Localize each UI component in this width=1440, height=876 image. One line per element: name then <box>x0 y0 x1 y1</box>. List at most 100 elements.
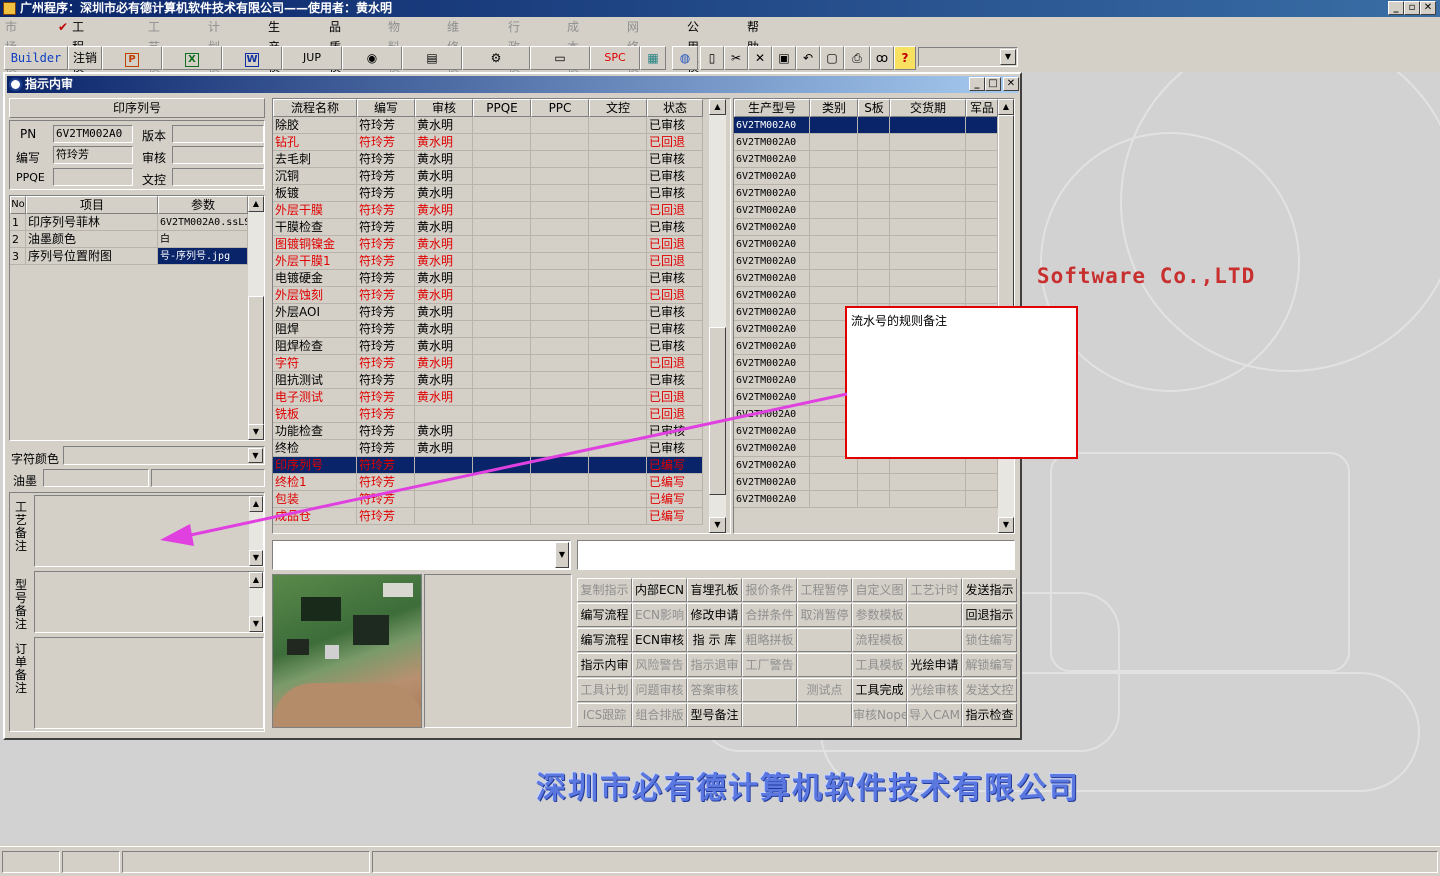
eye-button[interactable]: ◉ <box>342 46 402 70</box>
action-button-3-2[interactable]: 指示退审 <box>687 653 742 677</box>
minimize-button[interactable]: _ <box>1388 1 1404 15</box>
model-note-field[interactable]: ▲ ▼ <box>34 571 264 633</box>
action-button-1-0[interactable]: 编写流程 <box>577 603 632 627</box>
order-note-field[interactable] <box>34 637 264 729</box>
action-button-1-1[interactable]: ECN影响 <box>632 603 687 627</box>
action-button-3-0[interactable]: 指示内审 <box>577 653 632 677</box>
action-button-0-2[interactable]: 盲埋孔板 <box>687 578 742 602</box>
model-header-0[interactable]: 生产型号 <box>734 99 810 117</box>
pn-field[interactable]: 6V2TM002A0 <box>53 125 133 143</box>
flow-row[interactable]: 铣板 符玲芳 已回退 <box>273 406 703 423</box>
flow-row[interactable]: 沉铜 符玲芳 黄水明 已审核 <box>273 168 703 185</box>
preview-button[interactable]: ▢ <box>820 46 844 70</box>
action-button-0-5[interactable]: 自定义图 <box>852 578 907 602</box>
items-scrollbar[interactable]: ▲ ▼ <box>248 196 264 440</box>
process-note-scrollbar[interactable]: ▲ ▼ <box>249 496 263 566</box>
model-header-4[interactable]: 军品 <box>966 99 998 117</box>
flow-combo[interactable]: ▼ <box>272 540 571 570</box>
action-button-2-6[interactable] <box>907 628 962 652</box>
scroll-up-icon[interactable]: ▲ <box>249 496 263 512</box>
window-minimize-button[interactable]: _ <box>969 77 985 91</box>
flow-row[interactable]: 阻焊检查 符玲芳 黄水明 已审核 <box>273 338 703 355</box>
item-row[interactable]: 3 序列号位置附图 号-序列号.jpg <box>10 248 248 265</box>
model-header-3[interactable]: 交货期 <box>890 99 966 117</box>
excel-button[interactable]: X <box>162 46 222 70</box>
jup-button[interactable]: JUP <box>282 46 342 70</box>
action-button-5-3[interactable] <box>742 703 797 727</box>
flow-row[interactable]: 外层干膜 符玲芳 黄水明 已回退 <box>273 202 703 219</box>
action-button-0-3[interactable]: 报价条件 <box>742 578 797 602</box>
flow-row[interactable]: 干膜检查 符玲芳 黄水明 已审核 <box>273 219 703 236</box>
flow-row[interactable]: 电镀硬金 符玲芳 黄水明 已审核 <box>273 270 703 287</box>
action-button-4-1[interactable]: 问题审核 <box>632 678 687 702</box>
flow-row[interactable]: 终检1 符玲芳 已编写 <box>273 474 703 491</box>
model-row[interactable]: 6V2TM002A0 <box>734 117 998 134</box>
scroll-down-icon[interactable]: ▼ <box>249 616 263 632</box>
scroll-down-icon[interactable]: ▼ <box>249 550 263 566</box>
new-file-button[interactable]: ▯ <box>700 46 724 70</box>
model-row[interactable]: 6V2TM002A0 <box>734 202 998 219</box>
flow-row[interactable]: 阻抗测试 符玲芳 黄水明 已审核 <box>273 372 703 389</box>
items-grid[interactable]: No 项目 参数 1 印序列号菲林 6V2TM002A0.ssLS 2 油墨颜色白 3 序列… <box>9 195 265 441</box>
flow-row[interactable]: 包装 符玲芳 已编写 <box>273 491 703 508</box>
find-button[interactable]: ꝏ <box>870 46 894 70</box>
action-button-4-7[interactable]: 发送文控 <box>962 678 1017 702</box>
action-button-1-4[interactable]: 取消暂停 <box>797 603 852 627</box>
writer-field[interactable]: 符玲芳 <box>53 146 133 164</box>
version-field[interactable] <box>172 125 264 143</box>
print-button[interactable]: ⎙ <box>844 46 870 70</box>
powerpoint-button[interactable]: P <box>102 46 162 70</box>
save-button[interactable]: ▣ <box>772 46 796 70</box>
model-row[interactable]: 6V2TM002A0 <box>734 270 998 287</box>
scroll-down-icon[interactable]: ▼ <box>248 424 264 440</box>
builder-button[interactable]: Builder <box>4 46 68 70</box>
flow-header-5[interactable]: 文控 <box>589 99 647 117</box>
model-row[interactable]: 6V2TM002A0 <box>734 151 998 168</box>
ink-field-1[interactable] <box>43 469 149 487</box>
action-button-2-5[interactable]: 流程模板 <box>852 628 907 652</box>
help-button[interactable]: ? <box>894 46 916 70</box>
action-button-0-0[interactable]: 复制指示 <box>577 578 632 602</box>
scroll-up-icon[interactable]: ▲ <box>998 99 1014 115</box>
action-button-2-7[interactable]: 锁住编写 <box>962 628 1017 652</box>
ink-field-2[interactable] <box>151 469 265 487</box>
model-row[interactable]: 6V2TM002A0 <box>734 474 998 491</box>
flow-row[interactable]: 板镀 符玲芳 黄水明 已审核 <box>273 185 703 202</box>
action-button-4-5[interactable]: 工具完成 <box>852 678 907 702</box>
flow-row[interactable]: 钻孔 符玲芳 黄水明 已回退 <box>273 134 703 151</box>
flow-grid[interactable]: 流程名称 编写 审核 PPQE PPC 文控 状态 除胶 符玲芳 黄水明 已审核 钻孔 符玲芳 黄水明已… <box>272 98 731 534</box>
action-button-5-5[interactable]: 审核Nope <box>852 703 907 727</box>
flow-header-2[interactable]: 审核 <box>415 99 473 117</box>
action-button-3-5[interactable]: 工具模板 <box>852 653 907 677</box>
flow-row[interactable]: 阻焊 符玲芳 黄水明 已审核 <box>273 321 703 338</box>
remark-input[interactable] <box>577 540 1015 570</box>
model-row[interactable]: 6V2TM002A0 <box>734 457 998 474</box>
flow-row[interactable]: 字符 符玲芳 黄水明 已回退 <box>273 355 703 372</box>
action-button-3-1[interactable]: 风险警告 <box>632 653 687 677</box>
delete-button[interactable]: ✕ <box>748 46 772 70</box>
model-row[interactable]: 6V2TM002A0 <box>734 185 998 202</box>
scroll-thumb[interactable] <box>998 115 1014 311</box>
flow-scrollbar[interactable]: ▲ ▼ <box>709 99 726 533</box>
model-row[interactable]: 6V2TM002A0 <box>734 168 998 185</box>
scroll-up-icon[interactable]: ▲ <box>248 196 264 212</box>
logout-button[interactable]: 注销 <box>68 46 102 70</box>
action-button-5-0[interactable]: ICS跟踪 <box>577 703 632 727</box>
flow-row[interactable]: 外层蚀刻 符玲芳 黄水明 已回退 <box>273 287 703 304</box>
item-row[interactable]: 1 印序列号菲林 6V2TM002A0.ssLS <box>10 214 248 231</box>
model-row[interactable]: 6V2TM002A0 <box>734 253 998 270</box>
chevron-down-icon[interactable]: ▼ <box>555 542 569 568</box>
flow-row[interactable]: 除胶 符玲芳 黄水明 已审核 <box>273 117 703 134</box>
action-button-4-6[interactable]: 光绘审核 <box>907 678 962 702</box>
scroll-down-icon[interactable]: ▼ <box>998 517 1014 533</box>
ppqe-field[interactable] <box>53 168 133 186</box>
action-button-3-6[interactable]: 光绘申请 <box>907 653 962 677</box>
model-row[interactable]: 6V2TM002A0 <box>734 134 998 151</box>
model-row[interactable]: 6V2TM002A0 <box>734 219 998 236</box>
database-button[interactable]: ▤ <box>402 46 462 70</box>
close-button[interactable]: ✕ <box>1420 1 1436 15</box>
action-button-2-3[interactable]: 粗略拼板 <box>742 628 797 652</box>
model-row[interactable]: 6V2TM002A0 <box>734 287 998 304</box>
action-button-2-2[interactable]: 指 示 库 <box>687 628 742 652</box>
window-maximize-button[interactable]: □ <box>985 77 1001 91</box>
